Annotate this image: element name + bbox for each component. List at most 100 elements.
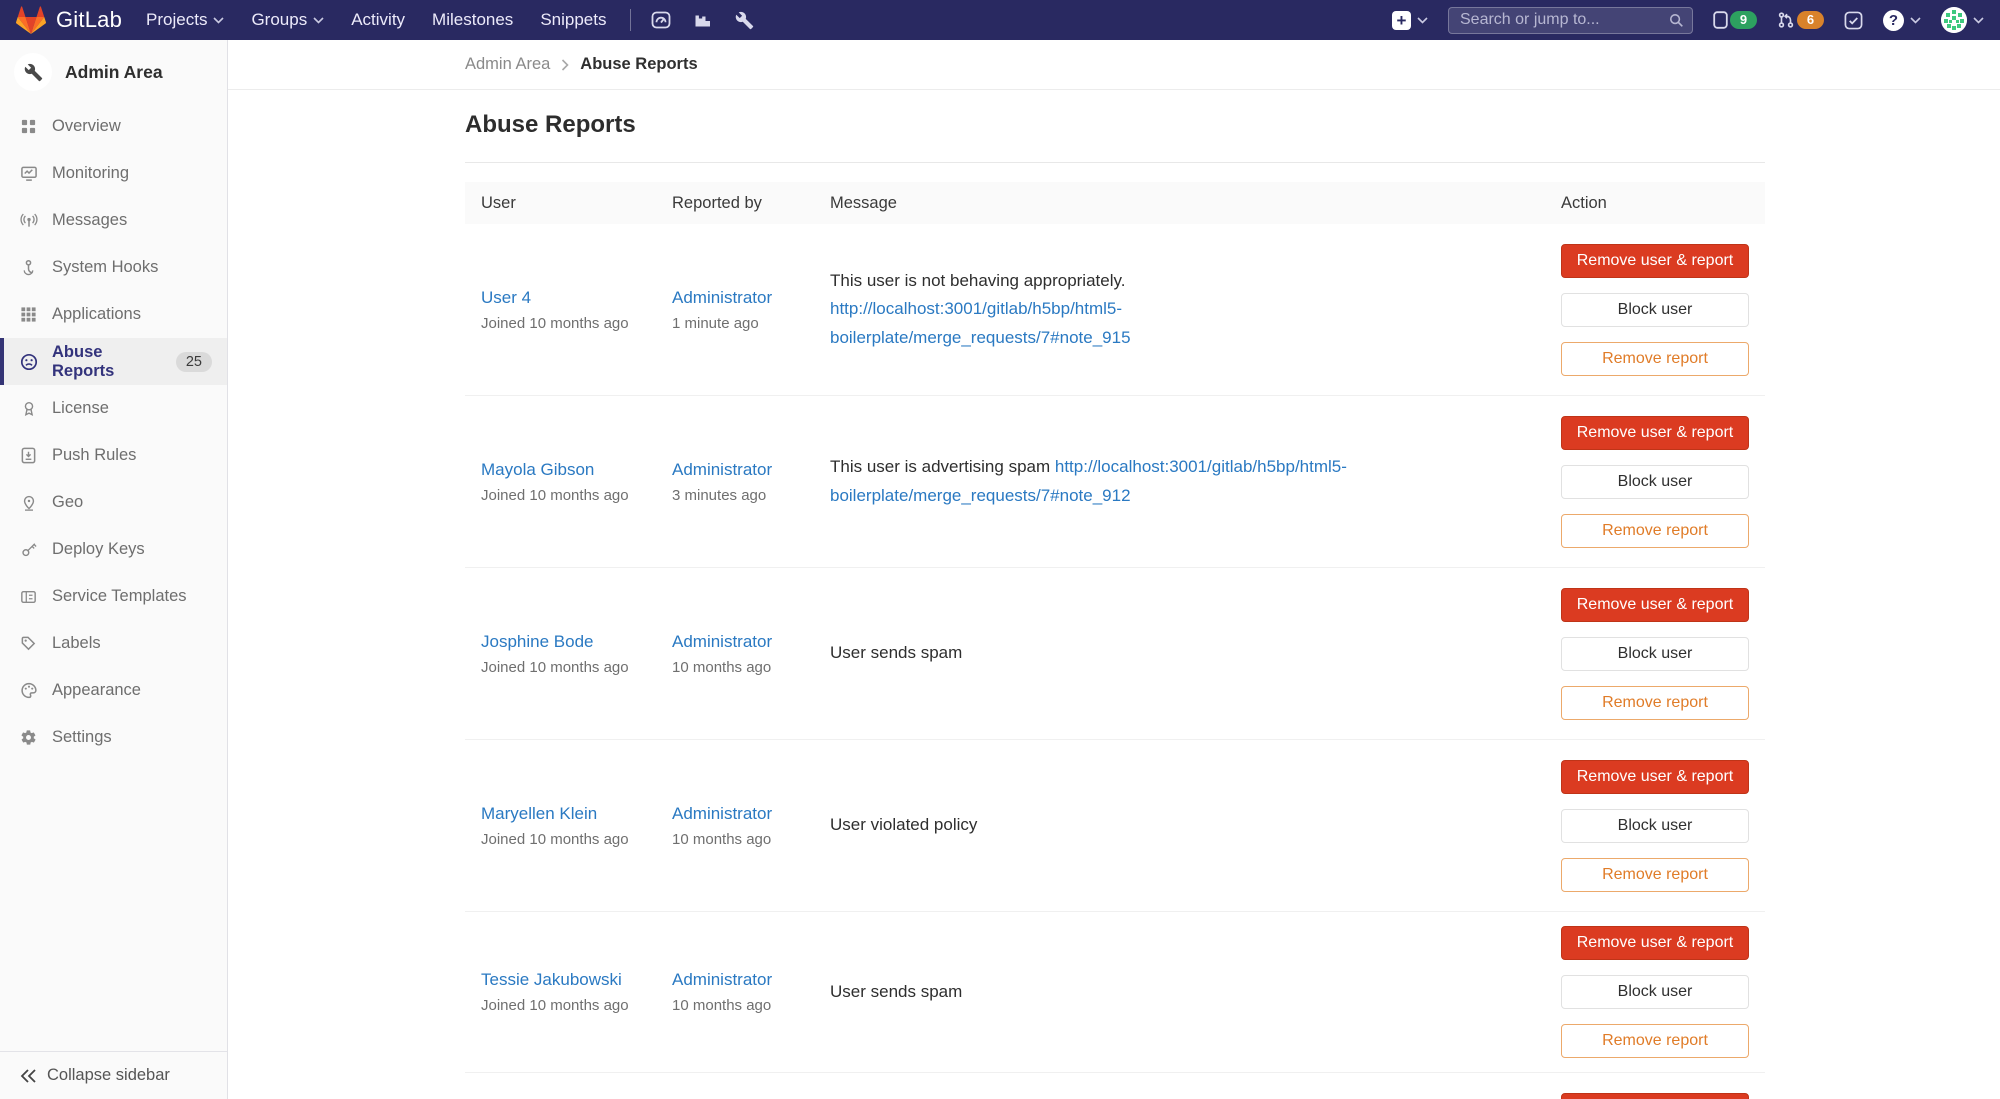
template-icon — [19, 589, 38, 605]
header-message: Message — [830, 194, 1545, 213]
double-chevron-left-icon — [20, 1069, 36, 1083]
nav-snippets[interactable]: Snippets — [540, 10, 606, 30]
question-mark-icon: ? — [1883, 10, 1904, 31]
abuse-reports-count-badge: 25 — [176, 352, 212, 372]
user-menu-button[interactable] — [1941, 7, 1984, 33]
block-user-button[interactable]: Block user — [1561, 809, 1749, 843]
admin-area-button[interactable] — [735, 11, 754, 30]
sidebar-title: Admin Area — [65, 62, 163, 83]
chevron-down-icon — [1417, 17, 1428, 24]
message-link[interactable]: http://localhost:3001/gitlab/h5bp/html5-… — [830, 299, 1131, 346]
remove-report-button[interactable]: Remove report — [1561, 686, 1749, 720]
report-time-text: 1 minute ago — [672, 315, 830, 332]
sidebar-item-settings[interactable]: Settings — [0, 714, 227, 761]
nav-activity[interactable]: Activity — [351, 10, 405, 30]
issues-counter-button[interactable]: 9 — [1713, 11, 1757, 29]
search-input[interactable] — [1458, 10, 1669, 30]
sidebar-item-license[interactable]: License — [0, 385, 227, 432]
nav-milestones[interactable]: Milestones — [432, 10, 513, 30]
analytics-chart-button[interactable] — [693, 10, 713, 30]
reporter-link[interactable]: Administrator — [672, 632, 830, 652]
chevron-down-icon — [213, 17, 224, 24]
remove-user-report-button[interactable]: Remove user & report — [1561, 244, 1749, 278]
block-user-button[interactable]: Block user — [1561, 637, 1749, 671]
help-menu-button[interactable]: ? — [1883, 10, 1921, 31]
abuse-report-row: Tessie Jakubowski Joined 10 months ago A… — [465, 911, 1765, 1072]
nav-groups[interactable]: Groups — [251, 10, 324, 30]
chevron-down-icon — [1910, 17, 1921, 24]
todos-button[interactable] — [1844, 11, 1863, 30]
chevron-right-icon — [561, 59, 569, 71]
key-icon — [19, 541, 38, 558]
remove-report-button[interactable]: Remove report — [1561, 858, 1749, 892]
dashboard-gauge-button[interactable] — [651, 10, 671, 30]
sidebar-item-system-hooks[interactable]: System Hooks — [0, 244, 227, 291]
block-user-button[interactable]: Block user — [1561, 293, 1749, 327]
abuse-report-row: Josphine Bode Joined 10 months ago Admin… — [465, 567, 1765, 739]
abuse-report-row: Mayola Gibson Joined 10 months ago Admin… — [465, 395, 1765, 567]
header-reported-by: Reported by — [672, 194, 830, 213]
reported-user-link[interactable]: Josphine Bode — [481, 632, 672, 652]
remove-user-report-button[interactable]: Remove user & report — [1561, 760, 1749, 794]
sidebar-item-monitoring[interactable]: Monitoring — [0, 150, 227, 197]
block-user-button[interactable]: Block user — [1561, 465, 1749, 499]
reporter-link[interactable]: Administrator — [672, 288, 830, 308]
palette-icon — [19, 682, 38, 699]
reporter-link[interactable]: Administrator — [672, 460, 830, 480]
sidebar-item-messages[interactable]: Messages — [0, 197, 227, 244]
sidebar-item-applications[interactable]: Applications — [0, 291, 227, 338]
remove-report-button[interactable]: Remove report — [1561, 514, 1749, 548]
sidebar-item-appearance[interactable]: Appearance — [0, 667, 227, 714]
sidebar-item-service-templates[interactable]: Service Templates — [0, 573, 227, 620]
remove-report-button[interactable]: Remove report — [1561, 1024, 1749, 1058]
remove-report-button[interactable]: Remove report — [1561, 342, 1749, 376]
breadcrumb-current: Abuse Reports — [580, 55, 697, 74]
sidebar-item-push-rules[interactable]: Push Rules — [0, 432, 227, 479]
issues-count-badge: 9 — [1730, 11, 1757, 29]
reported-user-link[interactable]: User 4 — [481, 288, 672, 308]
plus-icon: + — [1392, 11, 1411, 30]
reported-user-link[interactable]: Mayola Gibson — [481, 460, 672, 480]
overview-grid-icon — [19, 118, 38, 135]
remove-user-report-button[interactable]: Remove user & report — [1561, 416, 1749, 450]
collapse-sidebar-button[interactable]: Collapse sidebar — [0, 1051, 227, 1099]
sidebar-item-abuse-reports[interactable]: Abuse Reports 25 — [0, 338, 227, 385]
broadcast-icon — [19, 212, 38, 229]
report-time-text: 10 months ago — [672, 831, 830, 848]
message-text: This user is advertising spam — [830, 457, 1055, 476]
main-content: Admin Area Abuse Reports Abuse Reports U… — [228, 40, 2000, 1099]
breadcrumb-admin-area-link[interactable]: Admin Area — [465, 55, 550, 74]
remove-user-report-button[interactable]: Remove user & report — [1561, 588, 1749, 622]
message-text: User violated policy — [830, 815, 977, 834]
report-time-text: 10 months ago — [672, 659, 830, 676]
new-menu-button[interactable]: + — [1392, 11, 1428, 30]
sidebar-item-geo[interactable]: Geo — [0, 479, 227, 526]
nav-projects[interactable]: Projects — [146, 10, 224, 30]
page-title: Abuse Reports — [465, 110, 1765, 139]
user-joined-text: Joined 10 months ago — [481, 487, 672, 504]
sidebar-item-deploy-keys[interactable]: Deploy Keys — [0, 526, 227, 573]
merge-requests-counter-button[interactable]: 6 — [1777, 11, 1824, 29]
abuse-report-row: Maryellen Klein Joined 10 months ago Adm… — [465, 739, 1765, 911]
reporter-link[interactable]: Administrator — [672, 804, 830, 824]
block-user-button[interactable]: Block user — [1561, 975, 1749, 1009]
sidebar-item-labels[interactable]: Labels — [0, 620, 227, 667]
abuse-report-row: User 4 Joined 10 months ago Administrato… — [465, 224, 1765, 395]
remove-user-report-button[interactable]: Remove user & report — [1561, 1093, 1749, 1099]
gitlab-wordmark: GitLab — [56, 7, 122, 33]
medal-icon — [19, 400, 38, 417]
reported-user-link[interactable]: Tessie Jakubowski — [481, 970, 672, 990]
reporter-link[interactable]: Administrator — [672, 970, 830, 990]
sidebar-item-overview[interactable]: Overview — [0, 103, 227, 150]
todo-check-icon — [1844, 11, 1863, 30]
header-user: User — [465, 194, 672, 213]
abuse-reports-table: User Reported by Message Action User 4 J… — [465, 182, 1765, 1099]
gitlab-home-link[interactable]: GitLab — [16, 6, 122, 35]
primary-nav: Projects Groups Activity Milestones Snip… — [146, 10, 606, 30]
user-avatar — [1941, 7, 1967, 33]
message-text: This user is not behaving appropriately. — [830, 271, 1125, 290]
reported-user-link[interactable]: Maryellen Klein — [481, 804, 672, 824]
gitlab-tanuki-logo-icon — [16, 6, 46, 35]
user-joined-text: Joined 10 months ago — [481, 659, 672, 676]
remove-user-report-button[interactable]: Remove user & report — [1561, 926, 1749, 960]
